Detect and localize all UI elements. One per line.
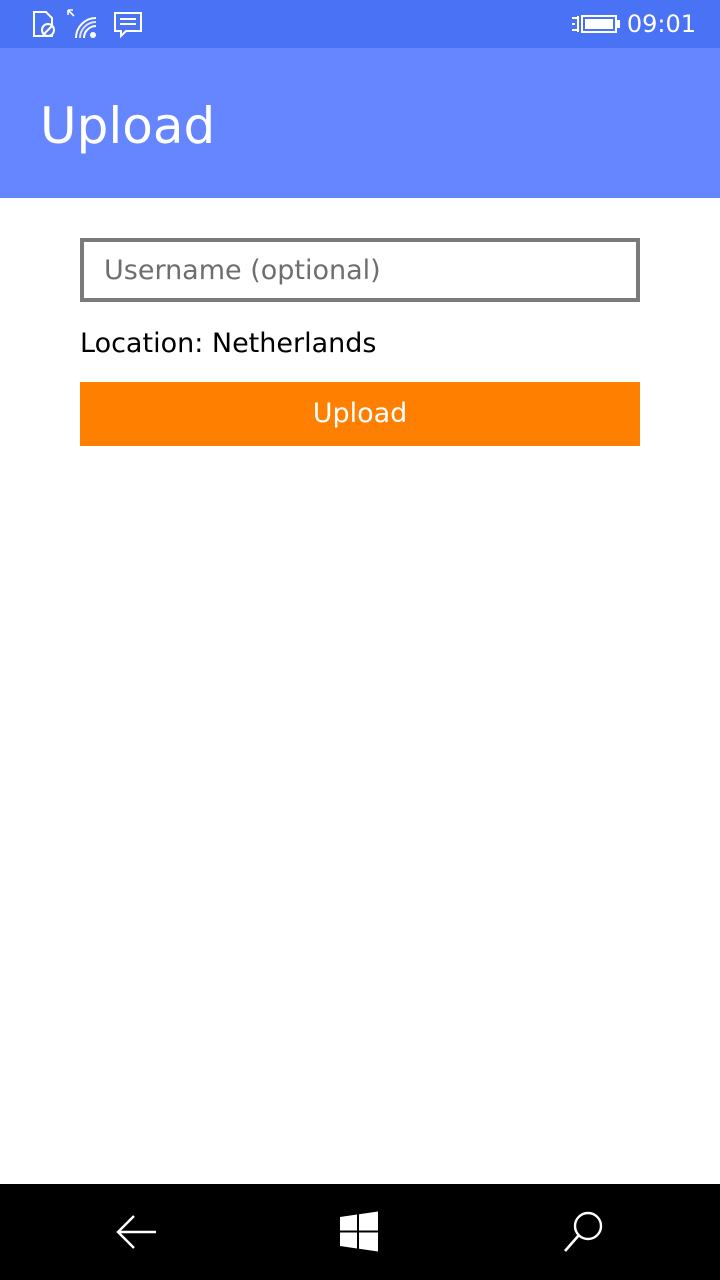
search-icon[interactable]	[560, 1208, 608, 1256]
navigation-bar	[0, 1184, 720, 1280]
upload-button[interactable]: Upload	[80, 382, 640, 446]
username-input[interactable]	[80, 238, 640, 302]
message-icon	[114, 12, 142, 39]
notification-blocked-icon	[33, 11, 55, 37]
wifi-icon	[67, 9, 97, 39]
upload-screen: 09:01 Upload Location: Netherlands Uploa…	[0, 0, 720, 1280]
status-bar: 09:01	[0, 0, 720, 48]
status-clock: 09:01	[626, 10, 696, 38]
battery-charging-icon	[572, 15, 620, 33]
page-header: Upload	[0, 48, 720, 198]
back-arrow-icon[interactable]	[112, 1208, 160, 1256]
windows-start-icon[interactable]	[336, 1208, 384, 1256]
location-label: Location: Netherlands	[80, 328, 377, 359]
page-title: Upload	[40, 97, 216, 155]
